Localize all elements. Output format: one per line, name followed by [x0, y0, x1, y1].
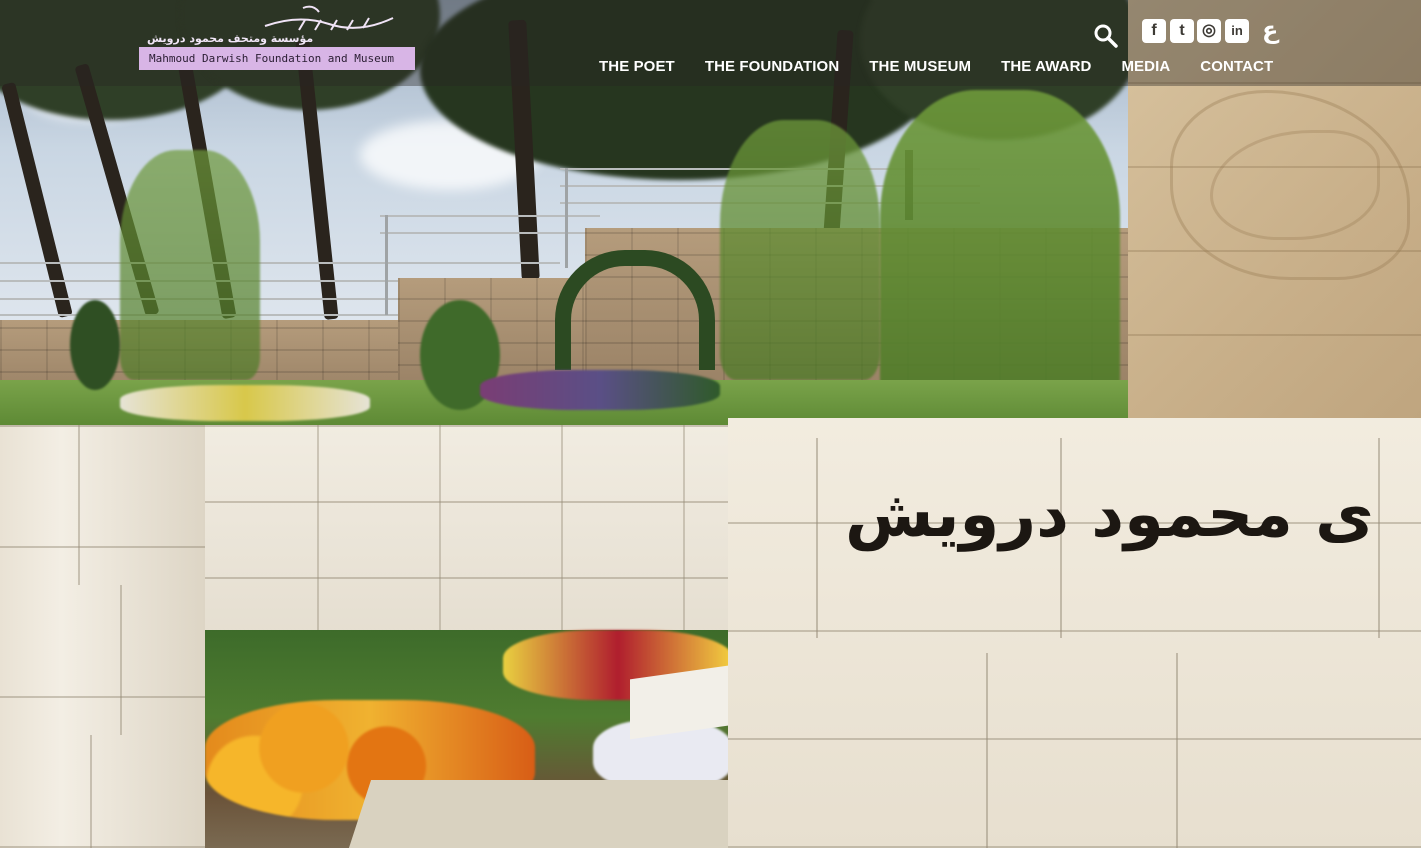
search-icon[interactable] [1093, 21, 1119, 51]
flower-bed [120, 385, 370, 421]
nav-media[interactable]: MEDIA [1106, 56, 1185, 78]
logo-arabic-name: مؤسسة ومتحف محمود درويش [147, 32, 314, 45]
nav-the-museum[interactable]: THE MUSEUM [854, 56, 986, 78]
left-stone-pillar [0, 425, 205, 848]
railing-post [565, 168, 568, 268]
instagram-icon[interactable]: ◎ [1197, 19, 1221, 43]
language-toggle[interactable]: ع [1262, 16, 1278, 44]
stone-seam [986, 653, 988, 848]
logo-english-name: Mahmoud Darwish Foundation and Museum [139, 47, 415, 70]
stone-seam [78, 425, 80, 585]
stone-seam [120, 585, 122, 735]
garden-path [348, 780, 752, 848]
linkedin-icon[interactable]: in [1225, 19, 1249, 43]
front-stone-wall [195, 425, 735, 655]
young-tree [120, 150, 260, 380]
railing [0, 262, 560, 264]
stone-seam [1176, 653, 1178, 848]
stone-seam [816, 438, 818, 638]
stone-seam [90, 735, 92, 848]
nav-the-award[interactable]: THE AWARD [986, 56, 1106, 78]
nav-the-poet[interactable]: THE POET [584, 56, 690, 78]
flower-bed [480, 370, 720, 410]
main-nav: THE POET THE FOUNDATION THE MUSEUM THE A… [584, 56, 1288, 78]
memorial-sign-text: ى محمود درويش [845, 478, 1374, 552]
site-logo[interactable]: مؤسسة ومتحف محمود درويش Mahmoud Darwish … [139, 4, 415, 70]
twitter-icon[interactable]: t [1170, 19, 1194, 43]
young-tree [720, 120, 880, 380]
site-header: مؤسسة ومتحف محمود درويش Mahmoud Darwish … [0, 0, 1421, 86]
shrub [70, 300, 120, 390]
facebook-icon[interactable]: f [1142, 19, 1166, 43]
willow-tree [880, 90, 1120, 410]
hero-image: ى محمود درويش [0, 0, 1421, 848]
railing-post [385, 215, 388, 315]
nav-the-foundation[interactable]: THE FOUNDATION [690, 56, 854, 78]
nav-contact[interactable]: CONTACT [1185, 56, 1288, 78]
stone-seam [0, 425, 205, 427]
hedge-arch [555, 250, 715, 370]
